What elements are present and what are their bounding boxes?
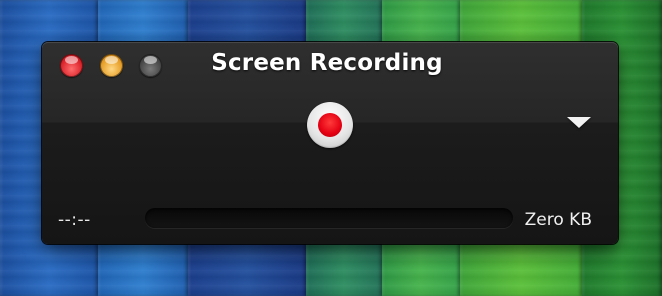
close-icon[interactable] [60,54,83,77]
record-icon [318,113,342,137]
record-button[interactable] [307,102,353,148]
options-menu-button[interactable] [562,114,596,136]
zoom-icon[interactable] [139,54,162,77]
recording-progress-bar [145,208,513,228]
screen-recording-window: Screen Recording --:-- Zero KB [42,42,618,244]
triangle-down-icon [567,117,591,128]
minimize-icon[interactable] [100,54,123,77]
title-bar[interactable]: Screen Recording [42,42,618,90]
window-title: Screen Recording [211,50,443,76]
elapsed-time: --:-- [58,210,91,230]
file-size: Zero KB [524,210,592,230]
